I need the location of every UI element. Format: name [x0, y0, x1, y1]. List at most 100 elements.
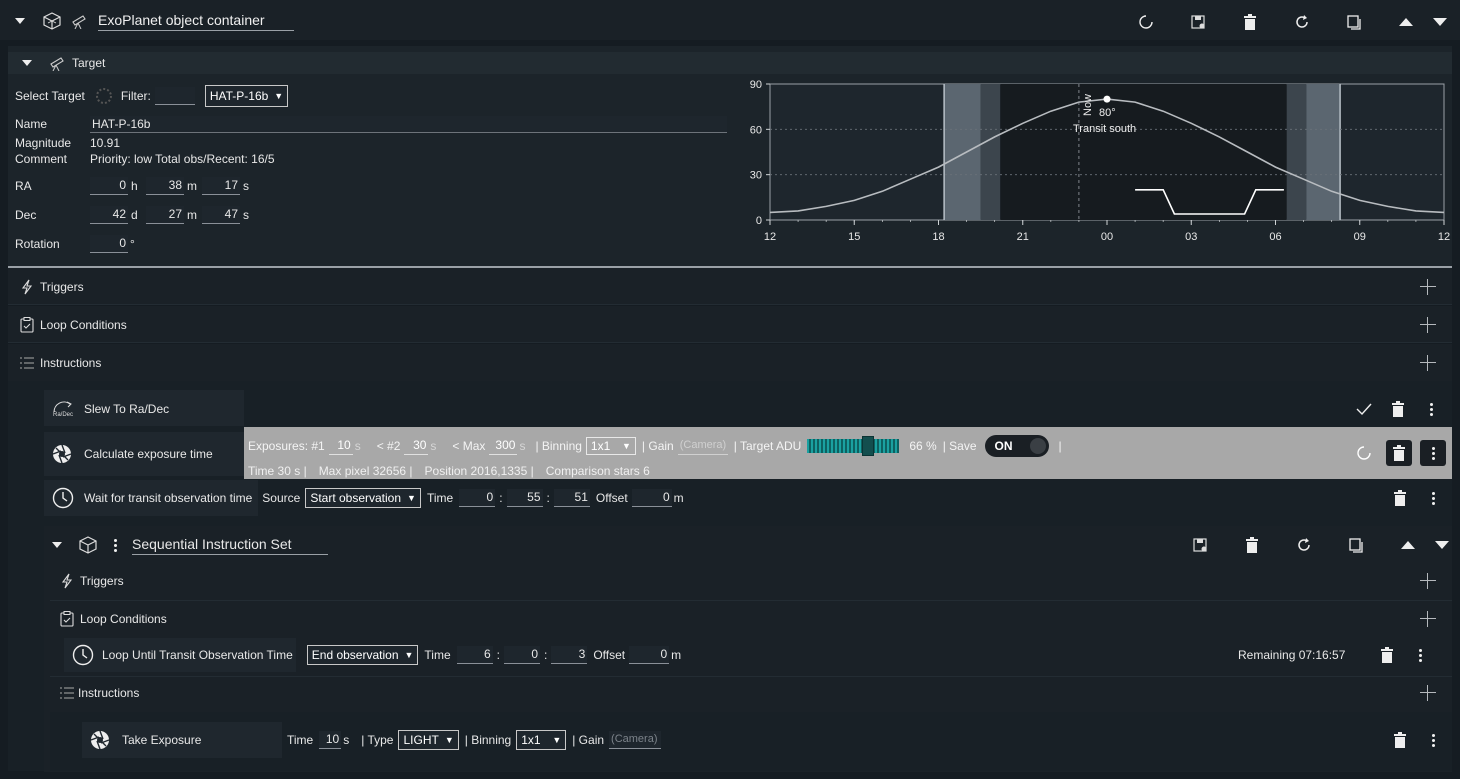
target-dropdown[interactable]: HAT-P-16b ▼: [204, 85, 289, 107]
add-instruction-button[interactable]: [1420, 355, 1436, 371]
add-instruction-button[interactable]: [1420, 685, 1436, 701]
save-toggle[interactable]: ON: [984, 435, 1049, 457]
add-trigger-button[interactable]: [1420, 279, 1436, 295]
ra-hours-input[interactable]: 0: [90, 177, 128, 195]
offset-unit: m: [671, 648, 682, 662]
reset-icon[interactable]: [1294, 537, 1314, 553]
exposure-1-input[interactable]: 10: [328, 437, 353, 455]
x-tick-label: 18: [932, 231, 944, 243]
dec-seconds-input[interactable]: 47: [202, 206, 240, 224]
dec-degrees-input[interactable]: 42: [90, 206, 128, 224]
chevron-down-icon: ▼: [444, 735, 454, 745]
transit-label: Transit south: [1073, 123, 1136, 135]
reset-progress-icon[interactable]: [1136, 14, 1156, 30]
slew-icon-text: Ra/Dec: [52, 412, 73, 418]
delete-icon[interactable]: [1240, 14, 1260, 30]
sequential-title[interactable]: Sequential Instruction Set: [132, 536, 328, 555]
offset-input[interactable]: 0: [631, 489, 672, 507]
collapse-caret-icon[interactable]: [14, 18, 26, 24]
target-adu-slider[interactable]: [807, 436, 900, 456]
more-options-icon[interactable]: [1426, 733, 1440, 747]
status-position: Position 2016,1335 |: [424, 464, 534, 478]
gain-input[interactable]: (Camera): [677, 437, 728, 455]
time-hours-input[interactable]: 0: [459, 489, 496, 507]
name-input[interactable]: HAT-P-16b: [90, 115, 727, 133]
binning-dropdown[interactable]: 1x1 ▼: [516, 730, 567, 750]
save-template-icon[interactable]: [1188, 14, 1208, 30]
loop-time-minutes-input[interactable]: 0: [504, 646, 540, 664]
container-title[interactable]: ExoPlanet object container: [98, 12, 294, 31]
triggers-label: Triggers: [80, 574, 124, 588]
duplicate-icon[interactable]: [1346, 537, 1366, 553]
rotation-unit: °: [130, 237, 135, 251]
gain-input[interactable]: (Camera): [609, 731, 662, 749]
more-options-icon[interactable]: [1426, 491, 1440, 505]
offset-label: Offset: [593, 648, 626, 662]
rotation-input[interactable]: 0: [90, 235, 128, 253]
gain-label: | Gain: [572, 733, 605, 747]
loop-source-dropdown[interactable]: End observation ▼: [306, 645, 419, 665]
delete-icon[interactable]: [1381, 647, 1394, 663]
source-dropdown[interactable]: Start observation ▼: [305, 488, 421, 508]
chevron-down-icon: ▼: [407, 493, 416, 503]
telescope-icon: [48, 55, 66, 71]
slider-thumb[interactable]: [862, 436, 875, 456]
transit-marker: [1103, 95, 1111, 103]
add-loop-condition-button[interactable]: [1420, 317, 1436, 333]
list-icon: [60, 686, 74, 700]
more-options-icon[interactable]: [1413, 648, 1427, 662]
ra-seconds-input[interactable]: 17: [202, 177, 240, 195]
instructions-label: Instructions: [40, 356, 102, 370]
collapse-caret-icon[interactable]: [52, 542, 62, 548]
y-tick-label: 90: [750, 79, 762, 91]
target-adu-percent: 66 %: [909, 439, 937, 453]
dec-minutes-input[interactable]: 27: [146, 206, 184, 224]
ra-hours-unit: h: [131, 179, 138, 193]
chevron-down-icon: ▼: [552, 735, 562, 745]
target-dropdown-value: HAT-P-16b: [209, 89, 269, 103]
loop-time-seconds-input[interactable]: 3: [551, 646, 588, 664]
target-collapse-icon[interactable]: [22, 60, 32, 66]
loop-offset-input[interactable]: 0: [629, 646, 670, 664]
move-down-icon[interactable]: [1432, 541, 1452, 549]
time-seconds-input[interactable]: 51: [553, 489, 590, 507]
move-up-icon[interactable]: [1396, 18, 1416, 26]
save-template-icon[interactable]: [1190, 537, 1210, 553]
add-trigger-button[interactable]: [1420, 573, 1436, 589]
exposure-2-input[interactable]: 30: [404, 437, 429, 455]
filter-input[interactable]: [154, 87, 195, 105]
clock-icon: [52, 487, 74, 509]
container-cube-icon: [78, 536, 98, 554]
duplicate-icon[interactable]: [1344, 14, 1364, 30]
delete-button[interactable]: [1386, 440, 1412, 466]
time-label: Time: [426, 491, 454, 505]
delete-icon[interactable]: [1392, 401, 1404, 417]
exposure-time-input[interactable]: 10: [319, 731, 342, 749]
time-minutes-input[interactable]: 55: [506, 489, 543, 507]
more-options-button[interactable]: [1420, 440, 1446, 466]
delete-icon[interactable]: [1394, 732, 1406, 748]
loop-time-hours-input[interactable]: 6: [456, 646, 493, 664]
binning-label: | Binning: [464, 733, 512, 747]
ra-minutes-input[interactable]: 38: [146, 177, 184, 195]
reset-icon[interactable]: [1292, 14, 1312, 30]
time-label: Time: [424, 648, 451, 662]
target-adu-label: | Target ADU: [733, 439, 802, 453]
drag-handle-icon[interactable]: [108, 538, 122, 552]
toggle-knob: [1029, 438, 1046, 454]
binning-value: 1x1: [590, 439, 611, 453]
move-down-icon[interactable]: [1430, 18, 1450, 26]
exposure-time-label: Time: [287, 733, 314, 747]
exposure-type-dropdown[interactable]: LIGHT ▼: [398, 730, 459, 750]
delete-icon[interactable]: [1394, 490, 1406, 506]
select-target-label: Select Target: [15, 89, 85, 103]
more-options-icon[interactable]: [1424, 402, 1438, 416]
add-loop-condition-button[interactable]: [1420, 611, 1436, 627]
loop-conditions-label: Loop Conditions: [40, 318, 127, 332]
move-up-icon[interactable]: [1398, 541, 1418, 549]
container-cube-icon: [42, 12, 62, 30]
magnitude-value: 10.91: [90, 136, 121, 150]
binning-dropdown[interactable]: 1x1 ▼: [585, 437, 636, 455]
delete-icon[interactable]: [1242, 537, 1262, 553]
max-exposure-input[interactable]: 300: [489, 437, 518, 455]
